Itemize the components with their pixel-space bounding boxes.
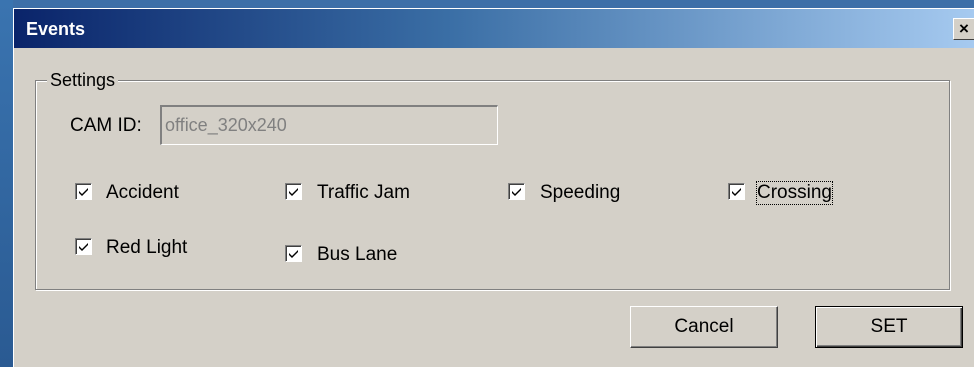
cam-id-field[interactable]: office_320x240 (160, 105, 498, 145)
checkmark-icon (732, 188, 741, 196)
crossing-checkbox[interactable] (728, 183, 745, 200)
red-light-checkbox[interactable] (75, 238, 92, 255)
checkmark-icon (289, 250, 298, 258)
window-title: Events (26, 19, 86, 39)
checkmark-icon (289, 188, 298, 196)
accident-label[interactable]: Accident (106, 182, 179, 204)
desktop-edge (0, 0, 13, 367)
crossing-label[interactable]: Crossing (756, 181, 833, 205)
traffic-jam-label[interactable]: Traffic Jam (317, 182, 410, 204)
traffic-jam-checkbox[interactable] (285, 183, 302, 200)
speeding-label[interactable]: Speeding (540, 182, 620, 204)
cam-id-label: CAM ID: (70, 115, 142, 136)
accident-checkbox[interactable] (75, 183, 92, 200)
checkmark-icon (79, 243, 88, 251)
red-light-label[interactable]: Red Light (106, 237, 187, 259)
settings-group-label: Settings (47, 70, 119, 91)
title-bar[interactable]: Events × (14, 9, 974, 48)
cancel-button[interactable]: Cancel (630, 306, 778, 348)
checkmark-icon (79, 188, 88, 196)
close-icon: × (959, 19, 969, 38)
speeding-checkbox[interactable] (508, 183, 525, 200)
checkmark-icon (512, 188, 521, 196)
bus-lane-checkbox[interactable] (285, 245, 302, 262)
close-button[interactable]: × (953, 18, 974, 40)
set-button[interactable]: SET (815, 306, 963, 348)
bus-lane-label[interactable]: Bus Lane (317, 244, 397, 266)
